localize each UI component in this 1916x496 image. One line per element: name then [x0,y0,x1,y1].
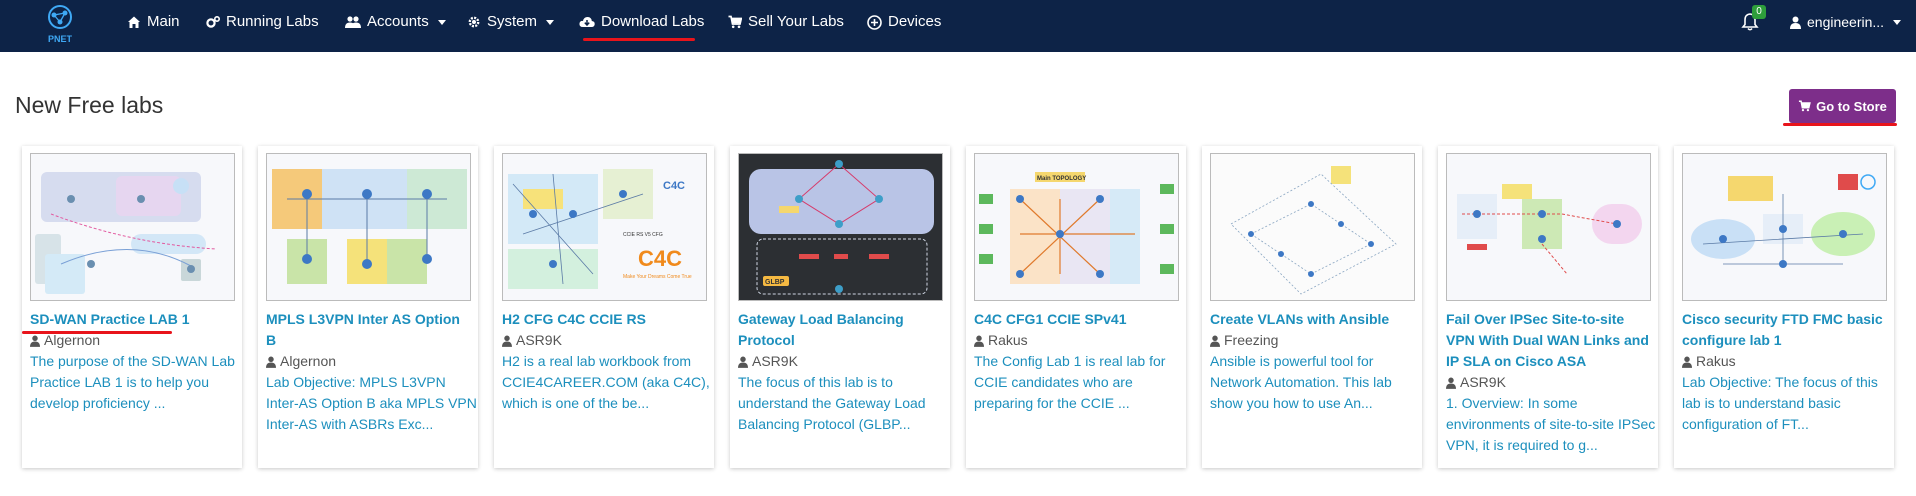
user-icon [1210,335,1220,347]
svg-text:GLBP: GLBP [765,279,785,286]
lab-author: Freezing [1210,330,1415,351]
user-icon [266,356,276,368]
nav-devices-label: Devices [888,13,942,30]
lab-author-name: ASR9K [752,353,798,369]
lab-thumbnail[interactable] [1210,153,1415,301]
svg-text:C4C: C4C [663,180,685,192]
lab-title-link[interactable]: Gateway Load Balancing Protocol [738,309,943,351]
user-icon [1790,16,1801,29]
lab-thumbnail[interactable] [1682,153,1887,301]
nav-system-label: System [487,13,538,30]
chevron-down-icon [546,19,555,25]
lab-thumbnail[interactable] [1446,153,1651,301]
lab-card: SD-WAN Practice LAB 1 Algernon The purpo… [22,146,242,468]
notification-badge: 0 [1752,5,1766,19]
lab-description[interactable]: H2 is a real lab workbook from CCIE4CARE… [502,351,714,414]
lab-author: ASR9K [738,351,943,372]
lab-thumbnail[interactable]: Main TOPOLOGY [974,153,1179,301]
lab-title-link[interactable]: C4C CFG1 CCIE SPv41 [974,309,1179,330]
lab-author: ASR9K [502,330,707,351]
user-icon [30,335,40,347]
user-icon [502,335,512,347]
go-to-store-button[interactable]: Go to Store [1789,89,1896,123]
chevron-down-icon [437,19,446,25]
nav-accounts-label: Accounts [367,13,429,30]
lab-author-name: ASR9K [1460,374,1506,390]
svg-text:C4C: C4C [638,246,682,271]
user-menu-label: engineerin... [1807,14,1885,30]
lab-card: Create VLANs with Ansible Freezing Ansib… [1202,146,1422,468]
lab-description[interactable]: Lab Objective: MPLS L3VPN Inter-AS Optio… [266,372,478,435]
lab-title-link[interactable]: MPLS L3VPN Inter AS Option B [266,309,471,351]
cloud-download-icon [579,16,595,27]
plus-circle-icon [867,14,882,30]
lab-author: Rakus [1682,351,1887,372]
cart-icon [1799,100,1811,112]
lab-card: Cisco security FTD FMC basic configure l… [1674,146,1894,468]
lab-card: Fail Over IPSec Site-to-site VPN With Du… [1438,146,1658,468]
lab-description[interactable]: 1. Overview: In some environments of sit… [1446,393,1658,456]
lab-title-link[interactable]: Cisco security FTD FMC basic configure l… [1682,309,1887,351]
nav-download-labs-label: Download Labs [601,13,705,30]
lab-thumbnail[interactable] [30,153,235,301]
nav-main-label: Main [147,13,180,30]
go-to-store-label: Go to Store [1816,98,1887,114]
lab-author: Algernon [30,330,235,351]
lab-author: Rakus [974,330,1179,351]
pnet-logo[interactable]: PNET [38,2,82,46]
user-menu[interactable]: engineerin... [1790,0,1902,44]
user-icon [1446,377,1456,389]
lab-description[interactable]: The purpose of the SD-WAN Lab Practice L… [30,351,242,414]
active-tab-underline [583,38,695,41]
svg-text:Main TOPOLOGY: Main TOPOLOGY [1037,176,1086,182]
gear-icon [468,16,480,28]
lab-thumbnail[interactable]: C4C CCIE RS V5 CFG C4C Make Your Dreams … [502,153,707,301]
lab-author-name: Algernon [280,353,337,369]
svg-text:PNET: PNET [48,34,73,44]
lab-title-link[interactable]: SD-WAN Practice LAB 1 [30,309,235,330]
lab-author-name: Rakus [1696,353,1736,369]
lab-author-name: Algernon [44,332,101,348]
top-navbar: PNET Main Running Labs Accounts System D… [0,0,1916,52]
lab-card: GLBP Gateway Load Balancing Protocol ASR… [730,146,950,468]
lab-description[interactable]: The focus of this lab is to understand t… [738,372,950,435]
page-title: New Free labs [15,92,164,118]
nav-sell-your-labs[interactable]: Sell Your Labs [728,0,844,44]
lab-description[interactable]: Ansible is powerful tool for Network Aut… [1210,351,1422,414]
lab-title-link[interactable]: Create VLANs with Ansible [1210,309,1415,330]
lab-author: ASR9K [1446,372,1651,393]
nav-running-labs-label: Running Labs [226,13,319,30]
lab-card: C4C CCIE RS V5 CFG C4C Make Your Dreams … [494,146,714,468]
home-icon [128,16,140,28]
lab-card: Main TOPOLOGY C4C CFG1 CCIE SPv41 Rakus … [966,146,1186,468]
user-icon [974,335,984,347]
svg-text:Make Your Dreams Come True: Make Your Dreams Come True [623,274,692,280]
lab-title-link[interactable]: H2 CFG C4C CCIE RS [502,309,707,330]
lab-author: Algernon [266,351,471,372]
nav-sell-your-labs-label: Sell Your Labs [748,13,844,30]
svg-text:CCIE RS V5 CFG: CCIE RS V5 CFG [623,232,663,238]
users-icon [345,16,361,28]
user-icon [738,356,748,368]
nav-devices[interactable]: Devices [867,0,941,44]
store-button-underline [1783,123,1897,126]
nav-running-labs[interactable]: Running Labs [206,0,319,44]
lab-author-name: Rakus [988,332,1028,348]
nav-accounts[interactable]: Accounts [345,0,446,44]
chevron-down-icon [1893,19,1902,25]
lab-author-name: ASR9K [516,332,562,348]
nav-system[interactable]: System [467,0,555,44]
lab-description[interactable]: Lab Objective: The focus of this lab is … [1682,372,1894,435]
lab-author-name: Freezing [1224,332,1279,348]
cart-icon [728,15,742,29]
lab-thumbnail[interactable]: GLBP [738,153,943,301]
nav-main[interactable]: Main [127,0,180,44]
user-icon [1682,356,1692,368]
lab-card: MPLS L3VPN Inter AS Option B Algernon La… [258,146,478,468]
lab-description[interactable]: The Config Lab 1 is real lab for CCIE ca… [974,351,1186,414]
lab-title-link[interactable]: Fail Over IPSec Site-to-site VPN With Du… [1446,309,1651,372]
lab-thumbnail[interactable] [266,153,471,301]
cogs-icon [206,16,220,28]
